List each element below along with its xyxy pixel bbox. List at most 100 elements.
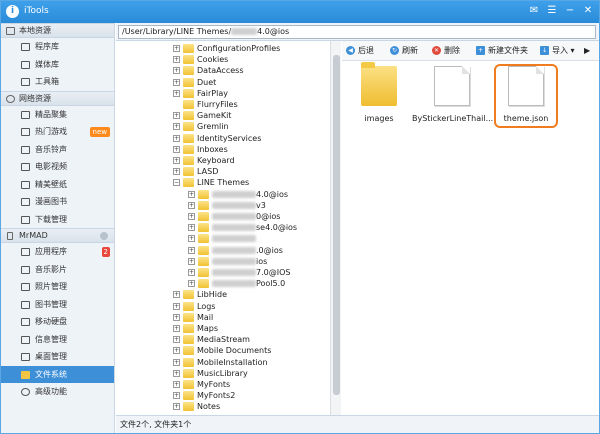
expand-icon[interactable]: + [188, 269, 195, 276]
expand-icon[interactable]: + [188, 235, 195, 243]
delete-icon: ✕ [432, 46, 441, 55]
folder-icon [183, 301, 194, 311]
refresh-button[interactable]: ↻ 刷新 [390, 45, 418, 57]
section-network[interactable]: 网络资源 [1, 90, 114, 106]
expand-icon[interactable]: + [188, 246, 195, 254]
expand-icon[interactable]: + [173, 358, 180, 366]
globe-icon [6, 94, 15, 103]
minimize-button[interactable]: − [563, 4, 577, 18]
eject-icon[interactable] [100, 232, 108, 240]
scrollbar-thumb[interactable] [333, 55, 340, 395]
folder-icon [183, 111, 194, 121]
expand-icon[interactable]: + [173, 403, 180, 411]
collapse-icon[interactable]: − [173, 179, 180, 187]
sidebar-item-advanced[interactable]: 高级功能 [1, 383, 114, 401]
expand-icon[interactable]: + [173, 112, 180, 120]
menu-icon[interactable]: ☰ [545, 4, 559, 18]
expand-icon[interactable]: + [173, 123, 180, 131]
section-local[interactable]: 本地资源 [1, 23, 114, 38]
expand-icon[interactable]: + [188, 190, 195, 198]
expand-icon[interactable]: + [173, 392, 180, 400]
tree-item-label: Inboxes [197, 144, 228, 154]
redacted-text [212, 201, 256, 209]
expand-icon[interactable]: + [173, 56, 180, 64]
sidebar-item-tools[interactable]: 工具箱 [1, 73, 114, 91]
sidebar-item-video[interactable]: 电影视频 [1, 158, 114, 176]
file-item-bysticker[interactable]: ByStickerLineThail... [412, 64, 493, 128]
expand-icon[interactable]: + [173, 67, 180, 75]
tree-item-label: MyFonts2 [197, 391, 236, 401]
expand-icon[interactable]: + [188, 201, 195, 209]
file-item-images[interactable]: images [347, 62, 411, 128]
sidebar-item-desktop[interactable]: 桌面管理 [1, 348, 114, 366]
expand-icon[interactable]: + [173, 89, 180, 97]
computer-icon [6, 27, 15, 35]
expand-icon[interactable]: + [173, 291, 180, 299]
import-button[interactable]: ↓ 导入 ▾ [540, 45, 575, 57]
expand-icon[interactable]: + [173, 336, 180, 344]
sidebar-item-apps[interactable]: 程序库 [1, 38, 114, 56]
expand-icon[interactable]: + [173, 325, 180, 332]
folder-icon [198, 234, 209, 244]
folder-icon [198, 245, 209, 255]
file-item-theme-json[interactable]: theme.json [494, 64, 558, 128]
sidebar-item-games[interactable]: 热门游戏 new [1, 123, 114, 141]
expand-icon[interactable]: + [173, 302, 180, 310]
gamepad-icon [21, 128, 30, 136]
film-icon [21, 265, 30, 274]
expand-icon[interactable]: + [188, 257, 195, 265]
download-icon [21, 215, 30, 224]
expand-icon[interactable]: + [173, 157, 180, 164]
expand-icon[interactable]: + [188, 280, 195, 288]
sidebar-item-comics[interactable]: 漫画图书 [1, 193, 114, 211]
back-button[interactable]: ◀ 后退 [346, 45, 374, 57]
folder-icon [183, 324, 194, 333]
tree-scrollbar[interactable] [330, 41, 341, 415]
expand-icon[interactable]: + [173, 134, 180, 142]
expand-icon[interactable]: + [188, 224, 195, 232]
folder-icon [183, 335, 194, 345]
sidebar-item-photos[interactable]: 照片管理 [1, 278, 114, 296]
expand-icon[interactable]: + [173, 369, 180, 377]
folder-icon [198, 189, 209, 199]
sidebar-item-filesystem[interactable]: 文件系统 [1, 365, 114, 383]
sidebar-item-featured[interactable]: 精品聚集 [1, 106, 114, 124]
sidebar-item-music-movies[interactable]: 音乐影片 [1, 261, 114, 279]
expand-icon[interactable]: + [173, 313, 180, 321]
message-icon[interactable]: ✉ [527, 4, 541, 18]
sidebar-item-messages[interactable]: 信息管理 [1, 331, 114, 349]
close-button[interactable]: ✕ [581, 4, 595, 18]
sidebar-item-wallpaper[interactable]: 精美壁纸 [1, 176, 114, 194]
phone-icon [7, 232, 13, 240]
folder-icon [183, 368, 194, 378]
dropdown-arrow-icon[interactable]: ▾ [568, 46, 575, 55]
section-device[interactable]: MrMAD [1, 228, 114, 243]
folder-icon [183, 122, 194, 132]
sidebar-item-disk[interactable]: 移动硬盘 [1, 313, 114, 331]
sidebar: 本地资源 程序库 媒体库 工具箱 网络资源 精品聚集 热门游戏 new 音乐铃声 … [1, 23, 115, 433]
expand-icon[interactable]: + [173, 145, 180, 153]
status-bar: 文件2个, 文件夹1个 [116, 415, 599, 433]
sidebar-item-music[interactable]: 音乐铃声 [1, 141, 114, 159]
sidebar-item-device-apps[interactable]: 应用程序 2 [1, 243, 114, 261]
file-toolbar: ◀ 后退 ↻ 刷新 ✕ 删除 + 新建文件夹 ↓ 导入 ▾ ▶ [342, 41, 599, 61]
redacted-text [212, 190, 256, 198]
sidebar-item-downloads[interactable]: 下载管理 [1, 211, 114, 229]
message-icon [21, 335, 30, 344]
new-folder-button[interactable]: + 新建文件夹 [476, 45, 528, 57]
usb-icon [21, 318, 30, 326]
expand-icon[interactable]: + [173, 347, 180, 355]
import-icon: ↓ [540, 46, 549, 55]
expand-icon[interactable]: + [173, 381, 180, 388]
expand-icon[interactable]: + [173, 168, 180, 176]
sidebar-item-media[interactable]: 媒体库 [1, 56, 114, 74]
redacted-text [212, 213, 256, 220]
sidebar-item-books[interactable]: 图书管理 [1, 296, 114, 314]
path-input[interactable]: /User/Library/LINE Themes/4.0@ios [118, 25, 596, 39]
expand-icon[interactable]: + [188, 213, 195, 220]
refresh-icon: ↻ [390, 46, 399, 55]
expand-icon[interactable]: + [173, 45, 180, 52]
expand-icon[interactable]: + [173, 78, 180, 86]
more-button[interactable]: ▶ [584, 45, 590, 57]
delete-button[interactable]: ✕ 删除 [432, 45, 460, 57]
